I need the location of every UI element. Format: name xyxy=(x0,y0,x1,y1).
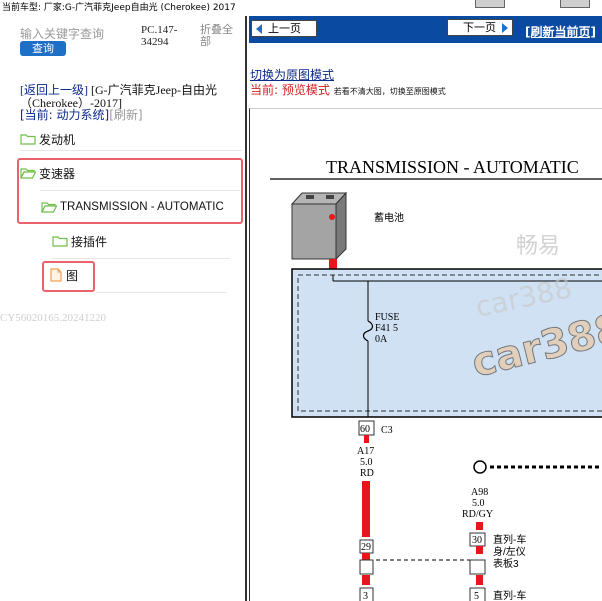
pin-29-label: 29 xyxy=(361,542,371,553)
connector-label-1: 直列-车 xyxy=(493,533,526,546)
pc-code: PC.147-34294 xyxy=(141,24,178,48)
arrow-right-icon xyxy=(502,22,508,33)
battery-icon xyxy=(290,191,348,261)
tree-divider xyxy=(52,258,230,259)
content-panel: 上一页 下一页 [刷新当前页] 切换为原图模式 当前: 预览模式 若看不清大图，… xyxy=(249,16,602,601)
refresh-link[interactable]: [刷新] xyxy=(109,108,142,122)
search-input[interactable] xyxy=(20,26,106,42)
folder-icon xyxy=(20,134,36,145)
tree-item-connectors[interactable]: 接插件 xyxy=(52,231,107,251)
tree-item-engine[interactable]: 发动机 xyxy=(20,129,75,149)
arrow-left-icon xyxy=(256,23,262,34)
fuse-label-2: F41 5 xyxy=(375,323,398,334)
connector-label-4: 直列-车 xyxy=(493,589,526,601)
refresh-page-link[interactable]: [刷新当前页] xyxy=(525,23,596,40)
pin-5-label: 5 xyxy=(474,591,479,601)
next-page-label: 下一页 xyxy=(463,21,496,34)
wiring-diagram: TRANSMISSION - AUTOMATIC 蓄电池 FUSE F41 5 … xyxy=(249,108,602,601)
mode-label: 预览模式 xyxy=(281,83,330,97)
splice-point xyxy=(473,460,487,474)
current-section: [当前: 动力系统] xyxy=(20,108,110,122)
wire-a17 xyxy=(362,481,370,537)
tree-item-label: 发动机 xyxy=(39,132,76,147)
tree-divider xyxy=(20,150,242,151)
left-sidebar: 查询 PC.147-34294 折叠全部 [返回上一级] [G-广汽菲克Jeep… xyxy=(0,16,247,601)
highlight-box-diagram xyxy=(42,261,95,292)
fuse-label-3: 0A xyxy=(375,334,388,345)
pin-30-label: 30 xyxy=(472,535,482,546)
diagram-title: TRANSMISSION - AUTOMATIC xyxy=(326,157,579,177)
page-nav-bar: 上一页 下一页 [刷新当前页] xyxy=(249,16,602,43)
connector-c3-pin-number: 60 xyxy=(360,424,370,435)
connector-c3-name: C3 xyxy=(381,425,393,436)
top-button-2[interactable] xyxy=(560,0,590,8)
wire-a17-label: A17 xyxy=(357,446,374,457)
watermark-code: CY56020165.20241220 xyxy=(0,312,107,324)
current-location: [当前: 动力系统][刷新] xyxy=(20,108,143,122)
battery-label: 蓄电池 xyxy=(374,211,404,224)
vehicle-info-bar: 当前车型: 厂家:G-广汽菲克Jeep自由光 (Cherokee) 2017 xyxy=(0,0,602,16)
tree-item-label: 接插件 xyxy=(71,234,108,249)
prev-page-label: 上一页 xyxy=(268,22,301,35)
wire-a98-size: 5.0 xyxy=(472,498,485,509)
pin-3-label: 3 xyxy=(363,591,368,601)
wire-a17-size: 5.0 xyxy=(360,457,373,468)
collapse-all-button[interactable]: 折叠全部 xyxy=(200,24,242,48)
top-button-1[interactable] xyxy=(475,0,505,8)
prev-page-button[interactable]: 上一页 xyxy=(251,20,317,37)
wire-a17-color: RD xyxy=(360,468,374,479)
breadcrumb: [返回上一级] [G-广汽菲克Jeep-自由光（Cherokee）-2017] xyxy=(20,84,242,110)
watermark-text-1: 畅易 xyxy=(516,234,560,259)
mode-prefix: 当前: xyxy=(250,83,282,97)
connector-label-3: 表板3 xyxy=(493,557,519,570)
current-vehicle-text: 当前车型: 厂家:G-广汽菲克Jeep自由光 (Cherokee) 2017 xyxy=(2,3,236,13)
battery-terminal xyxy=(329,259,337,269)
tree-divider xyxy=(96,292,226,293)
fuse-label-1: FUSE xyxy=(375,312,399,323)
mode-indicator: 当前: 预览模式 若看不清大图，切换至原图模式 xyxy=(250,81,446,98)
wire-a98-color: RD/GY xyxy=(462,509,493,520)
folder-icon xyxy=(52,236,68,247)
next-page-button[interactable]: 下一页 xyxy=(447,19,513,36)
wire-a98-label: A98 xyxy=(471,487,488,498)
back-link[interactable]: [返回上一级] xyxy=(20,83,88,97)
wiring-diagram-svg: TRANSMISSION - AUTOMATIC 蓄电池 FUSE F41 5 … xyxy=(270,157,602,601)
search-button[interactable]: 查询 xyxy=(20,41,66,56)
highlight-box-transmission xyxy=(17,158,243,224)
mode-hint: 若看不清大图，切换至原图模式 xyxy=(333,87,446,96)
connector-label-2: 身/左仪 xyxy=(493,545,526,558)
